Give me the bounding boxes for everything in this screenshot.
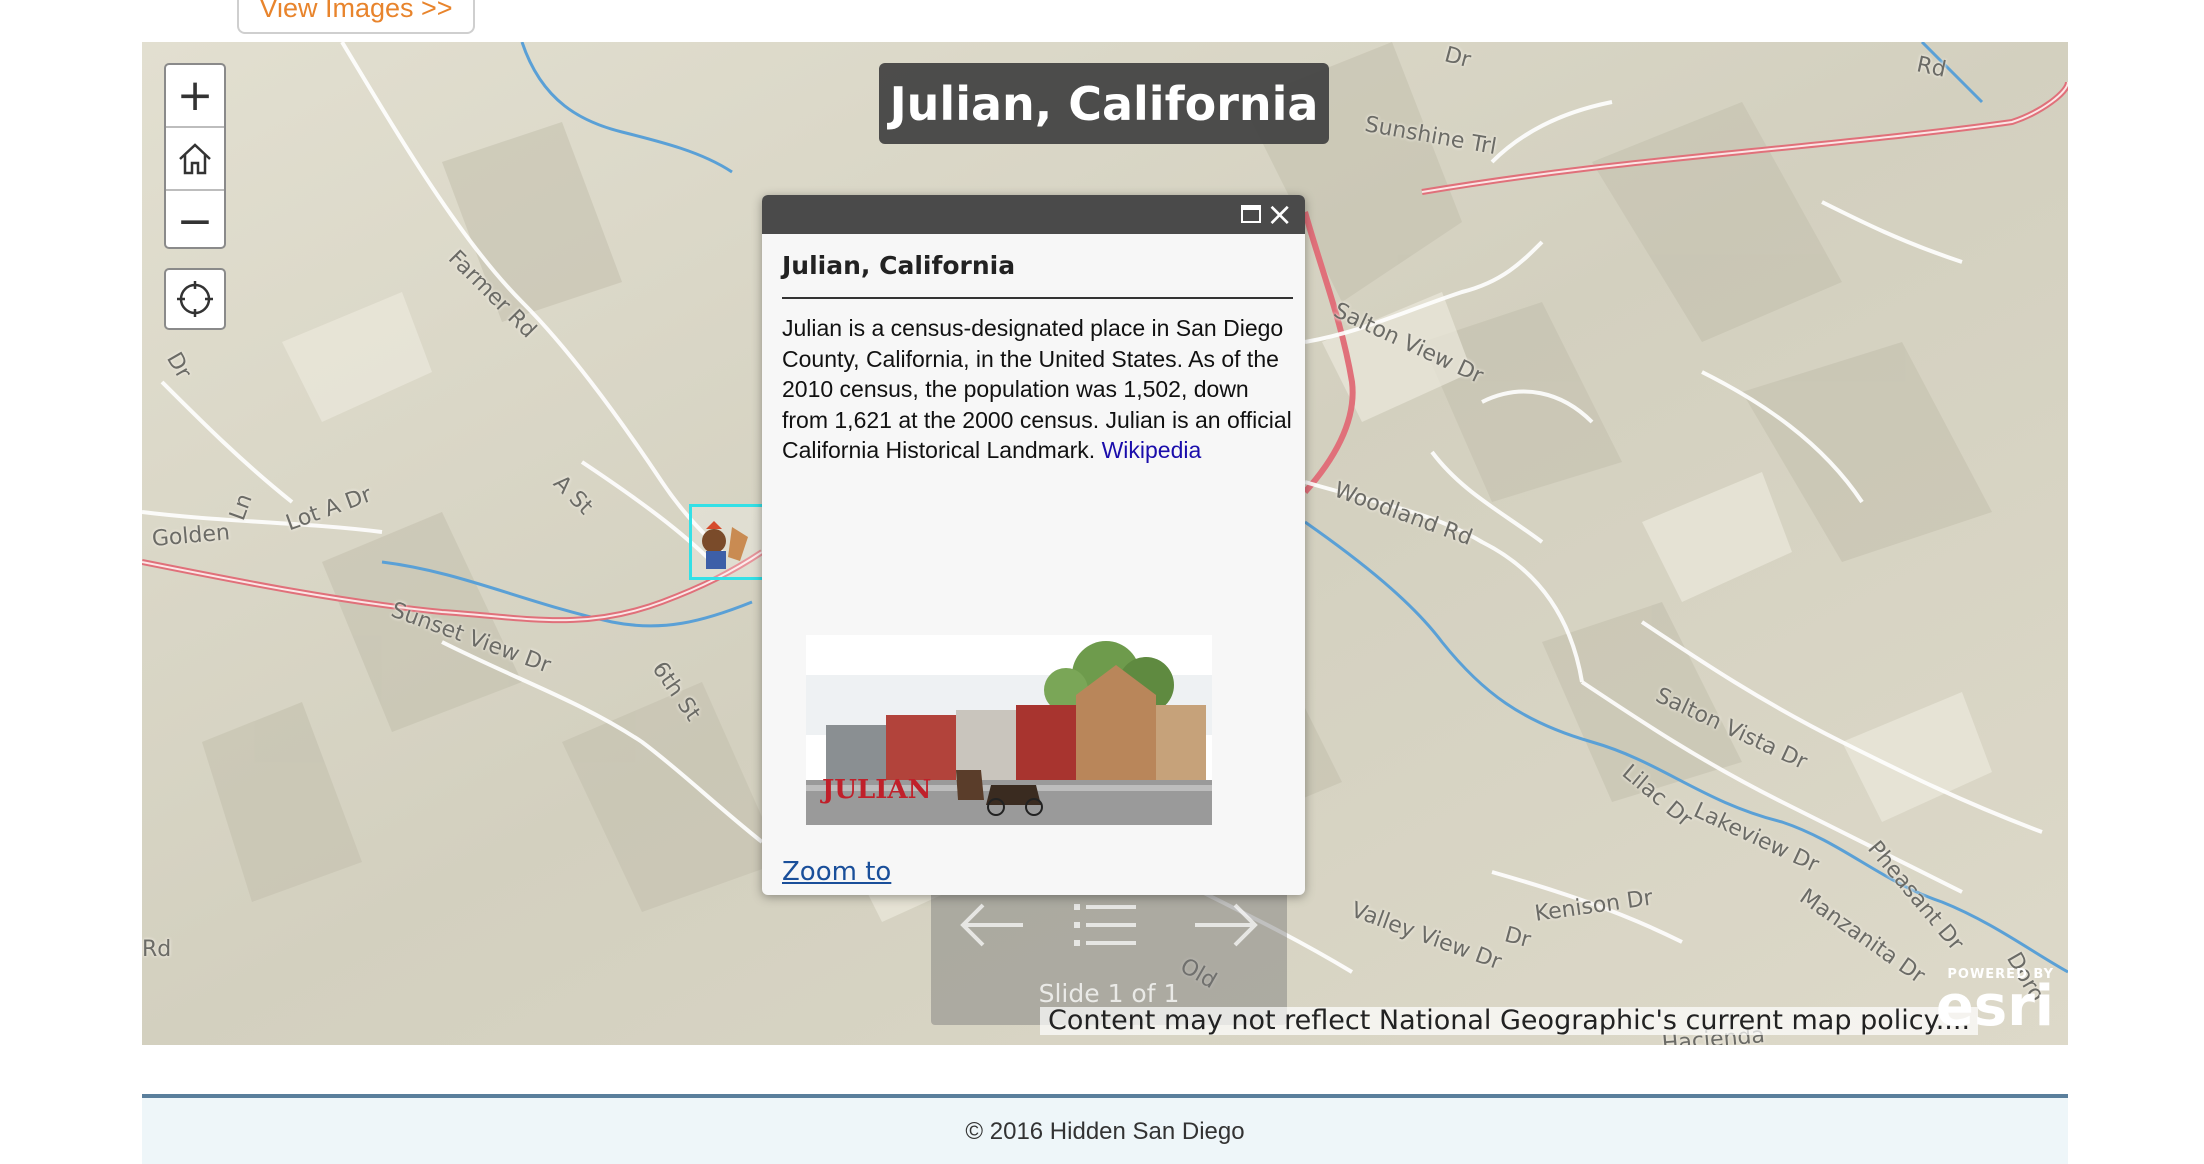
- wikipedia-link[interactable]: Wikipedia: [1102, 437, 1202, 463]
- view-images-button[interactable]: View Images >>: [237, 0, 475, 34]
- next-arrow-icon: [1195, 903, 1258, 947]
- slide-counter: Slide 1 of 1: [1038, 979, 1180, 1008]
- marker-illustration-icon: [702, 521, 748, 569]
- map-attribution: Content may not reflect National Geograp…: [1040, 1007, 1979, 1035]
- popup-description: Julian is a census-designated place in S…: [782, 313, 1292, 466]
- home-icon: [179, 142, 211, 174]
- info-popup: × Julian, California Julian is a census-…: [762, 195, 1305, 895]
- popup-town-image[interactable]: JULIAN: [806, 635, 1212, 825]
- page-footer: © 2016 Hidden San Diego: [142, 1094, 2068, 1164]
- popup-header: ×: [762, 195, 1305, 234]
- road-label: Rd: [142, 937, 172, 962]
- map-view[interactable]: Sunshine Trl Farmer Rd Salton View Dr Wo…: [142, 42, 2068, 1045]
- zoom-to-link[interactable]: Zoom to: [782, 857, 891, 887]
- zoom-out-button[interactable]: −: [166, 191, 224, 252]
- page: View Images >> Sunshine Trl Farmer Rd Sa…: [0, 0, 2204, 1164]
- popup-description-text: Julian is a census-designated place in S…: [782, 315, 1292, 463]
- close-icon[interactable]: ×: [1266, 197, 1293, 231]
- locate-crosshair-icon: [177, 281, 213, 317]
- popup-image-caption: JULIAN: [822, 775, 932, 805]
- locate-button[interactable]: [164, 268, 226, 330]
- esri-logo[interactable]: POWERED BY esri: [1935, 967, 2054, 1039]
- previous-arrow-icon: [960, 903, 1023, 947]
- zoom-control: + −: [164, 63, 226, 249]
- map-title: Julian, California: [879, 63, 1329, 144]
- home-button[interactable]: [166, 128, 224, 191]
- list-icon: [1086, 905, 1136, 945]
- location-marker[interactable]: [689, 504, 765, 580]
- popup-divider: [782, 297, 1293, 299]
- footer-copyright: © 2016 Hidden San Diego: [965, 1118, 1245, 1145]
- zoom-in-button[interactable]: +: [166, 65, 224, 128]
- popup-title: Julian, California: [782, 251, 1016, 280]
- maximize-icon[interactable]: [1241, 205, 1261, 223]
- esri-brand: esri: [1935, 974, 2054, 1039]
